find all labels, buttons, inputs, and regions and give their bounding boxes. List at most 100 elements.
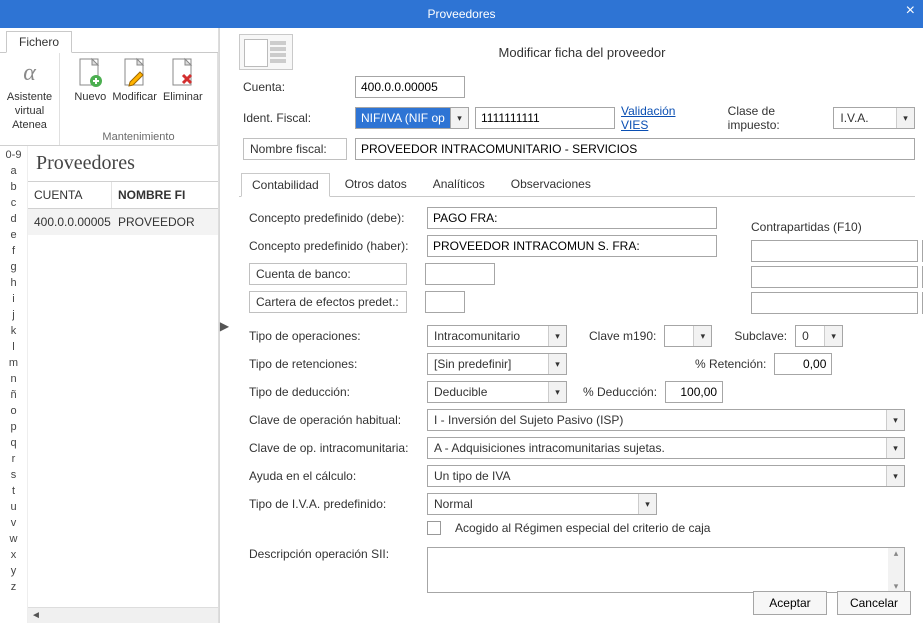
ident-tipo-select[interactable]: [355, 107, 451, 129]
acogido-caja-checkbox[interactable]: [427, 521, 441, 535]
pct-deduccion-field[interactable]: [665, 381, 723, 403]
chevron-down-icon[interactable]: ▾: [896, 108, 914, 128]
subclave-select[interactable]: 0▾: [795, 325, 843, 347]
validacion-vies-link[interactable]: Validación VIES: [621, 104, 704, 132]
close-icon[interactable]: ×: [906, 2, 915, 20]
tab-observaciones[interactable]: Observaciones: [500, 172, 602, 196]
label-nombre-fiscal[interactable]: Nombre fiscal:: [243, 138, 347, 160]
alpha-k[interactable]: k: [11, 324, 17, 339]
cuenta-field[interactable]: [355, 76, 465, 98]
chevron-up-icon[interactable]: ▴: [894, 548, 899, 559]
chevron-down-icon[interactable]: ▾: [548, 354, 566, 374]
label-cartera-efectos[interactable]: Cartera de efectos predet.:: [249, 291, 407, 313]
alpha-a[interactable]: a: [10, 164, 16, 179]
desc-sii-textarea[interactable]: ▴▾: [427, 547, 905, 593]
alpha-t[interactable]: t: [12, 484, 15, 499]
alpha-y[interactable]: y: [11, 564, 17, 579]
alpha-s[interactable]: s: [11, 468, 17, 483]
clave-op-intracom-select[interactable]: A - Adquisiciones intracomunitarias suje…: [427, 437, 905, 459]
alpha-index[interactable]: 0-9abcdefghijklmnñopqrstuvwxyz: [0, 146, 28, 623]
table-row[interactable]: 400.0.0.00005 PROVEEDOR: [28, 209, 218, 235]
alpha-w[interactable]: w: [10, 532, 18, 547]
alpha-ñ[interactable]: ñ: [10, 388, 16, 403]
tab-analiticos[interactable]: Analíticos: [422, 172, 496, 196]
assistant-button[interactable]: α Asistente virtual Atenea: [7, 57, 52, 131]
modify-button[interactable]: Modificar: [112, 57, 157, 103]
chevron-down-icon[interactable]: ▾: [886, 466, 904, 486]
contrap-1[interactable]: [751, 240, 918, 262]
assistant-icon: α: [14, 57, 46, 89]
alpha-r[interactable]: r: [12, 452, 16, 467]
chevron-down-icon[interactable]: ▾: [451, 107, 469, 129]
clave-op-habitual-select[interactable]: I - Inversión del Sujeto Pasivo (ISP)▾: [427, 409, 905, 431]
cartera-efectos-field[interactable]: [425, 291, 465, 313]
tipo-operaciones-select[interactable]: Intracomunitario▾: [427, 325, 567, 347]
alpha-0-9[interactable]: 0-9: [6, 148, 22, 163]
scroll-left-icon[interactable]: ◄: [28, 610, 44, 621]
concepto-haber-field[interactable]: [427, 235, 717, 257]
chevron-down-icon[interactable]: ▾: [693, 326, 711, 346]
alpha-z[interactable]: z: [11, 580, 17, 595]
alpha-c[interactable]: c: [11, 196, 17, 211]
label-desc-sii: Descripción operación SII:: [249, 547, 419, 561]
alpha-p[interactable]: p: [10, 420, 16, 435]
label-tipo-iva-predef: Tipo de I.V.A. predefinido:: [249, 497, 419, 511]
tab-contabilidad[interactable]: Contabilidad: [241, 173, 330, 197]
clave-m190-select[interactable]: ▾: [664, 325, 712, 347]
delete-button[interactable]: Eliminar: [163, 57, 203, 103]
alpha-b[interactable]: b: [10, 180, 16, 195]
contrapartidas-title: Contrapartidas (F10): [751, 220, 909, 234]
alpha-l[interactable]: l: [12, 340, 14, 355]
alpha-h[interactable]: h: [10, 276, 16, 291]
ayuda-calculo-select[interactable]: Un tipo de IVA▾: [427, 465, 905, 487]
alpha-d[interactable]: d: [10, 212, 16, 227]
horizontal-scrollbar[interactable]: ◄: [28, 607, 218, 623]
alpha-o[interactable]: o: [10, 404, 16, 419]
tipo-retenciones-select[interactable]: [Sin predefinir]▾: [427, 353, 567, 375]
chevron-down-icon[interactable]: ▾: [886, 410, 904, 430]
alpha-i[interactable]: i: [12, 292, 14, 307]
tipo-deduccion-select[interactable]: Deducible▾: [427, 381, 567, 403]
chevron-down-icon[interactable]: ▾: [548, 326, 566, 346]
alpha-g[interactable]: g: [10, 260, 16, 275]
alpha-e[interactable]: e: [10, 228, 16, 243]
alpha-j[interactable]: j: [12, 308, 14, 323]
label-pct-retencion: % Retención:: [695, 357, 766, 371]
alpha-v[interactable]: v: [11, 516, 17, 531]
concepto-debe-field[interactable]: [427, 207, 717, 229]
contrap-3[interactable]: [751, 292, 918, 314]
clase-impuesto-select[interactable]: I.V.A. ▾: [833, 107, 915, 129]
contrap-2[interactable]: [751, 266, 918, 288]
col-nombre[interactable]: NOMBRE FI: [112, 182, 218, 208]
alpha-u[interactable]: u: [10, 500, 16, 515]
splitter-handle[interactable]: ▶: [219, 28, 229, 623]
document-plus-icon: [74, 57, 106, 89]
tab-otros-datos[interactable]: Otros datos: [334, 172, 418, 196]
document-delete-icon: [167, 57, 199, 89]
alpha-q[interactable]: q: [10, 436, 16, 451]
alpha-m[interactable]: m: [9, 356, 18, 371]
nombre-fiscal-field[interactable]: [355, 138, 915, 160]
window-title: Proveedores: [427, 7, 495, 21]
ribbon-tab-fichero[interactable]: Fichero: [6, 31, 72, 53]
record-thumbnail-icon[interactable]: [239, 34, 293, 70]
accept-button[interactable]: Aceptar: [753, 591, 827, 615]
chevron-down-icon[interactable]: ▾: [548, 382, 566, 402]
cancel-button[interactable]: Cancelar: [837, 591, 911, 615]
cuenta-banco-field[interactable]: [425, 263, 495, 285]
alpha-f[interactable]: f: [12, 244, 15, 259]
label-clave-op-intracom: Clave de op. intracomunitaria:: [249, 441, 419, 455]
label-tipo-retenciones: Tipo de retenciones:: [249, 357, 419, 371]
new-button[interactable]: Nuevo: [74, 57, 106, 103]
ident-num-field[interactable]: [475, 107, 615, 129]
tipo-iva-predef-select[interactable]: Normal▾: [427, 493, 657, 515]
chevron-down-icon[interactable]: ▾: [638, 494, 656, 514]
chevron-down-icon[interactable]: ▾: [886, 438, 904, 458]
pct-retencion-field[interactable]: [774, 353, 832, 375]
alpha-n[interactable]: n: [10, 372, 16, 387]
alpha-x[interactable]: x: [11, 548, 17, 563]
textarea-scrollbar[interactable]: ▴▾: [888, 548, 904, 592]
col-cuenta[interactable]: CUENTA: [28, 182, 112, 208]
label-cuenta-banco[interactable]: Cuenta de banco:: [249, 263, 407, 285]
chevron-down-icon[interactable]: ▾: [824, 326, 842, 346]
